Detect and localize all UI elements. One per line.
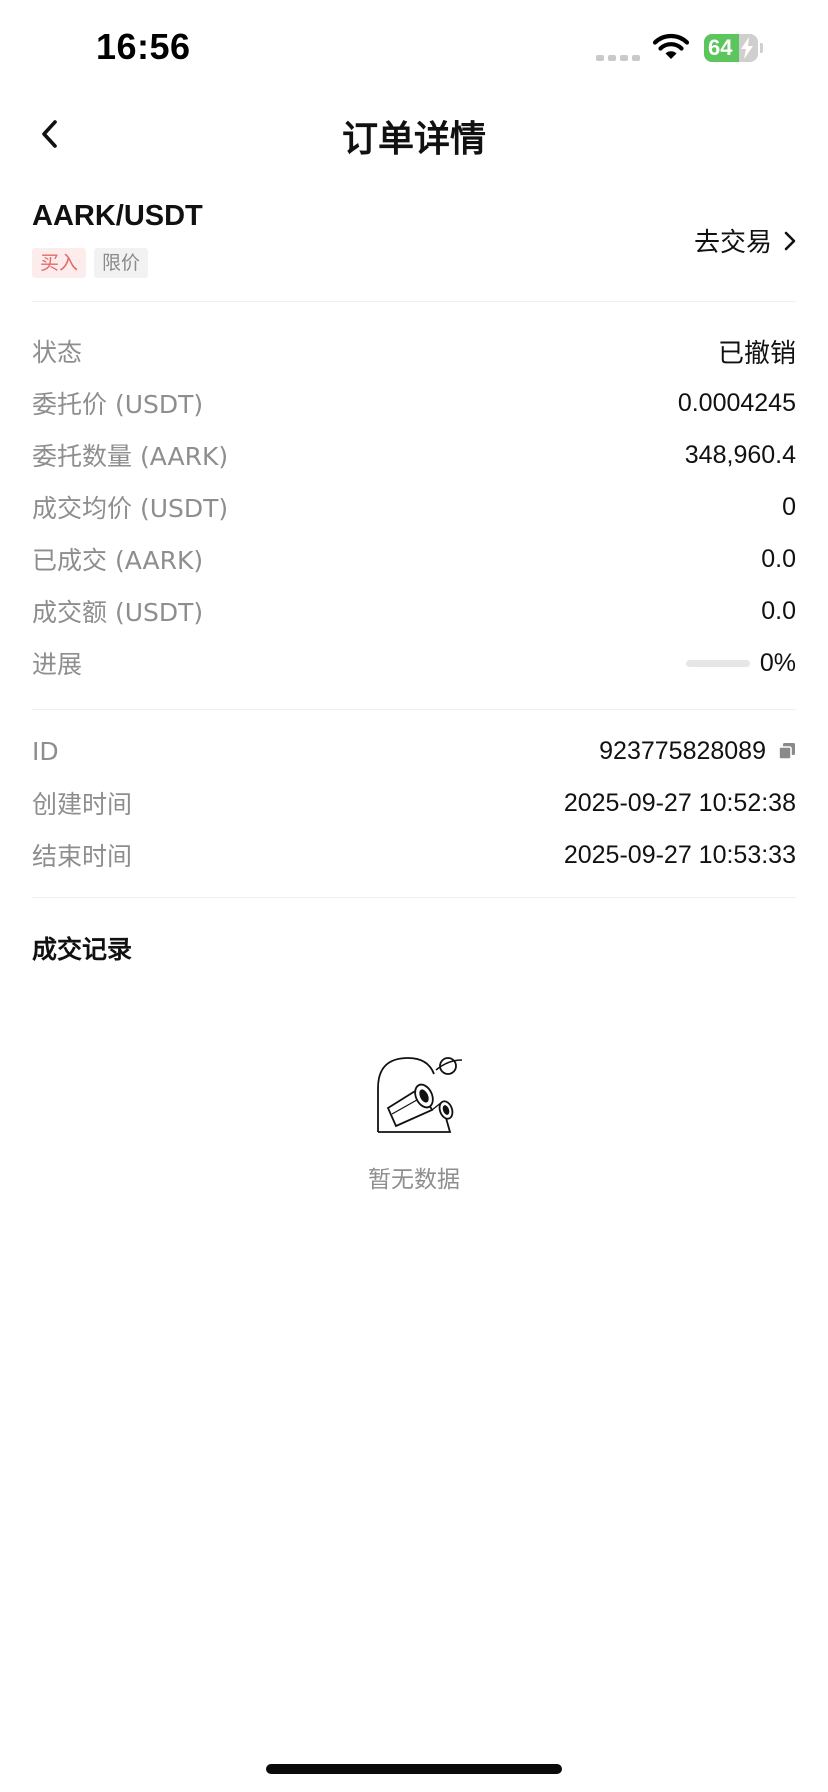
detail-label: 结束时间 (32, 842, 133, 871)
created-time-value: 2025-09-27 10:52:38 (563, 788, 796, 817)
order-meta: ID 923775828089 创建时间 2025-09-27 10:52:38… (32, 725, 796, 881)
order-details: 状态 已撤销 委托价 (USDT) 0.0004245 委托数量 (AARK) … (32, 325, 796, 689)
order-type-tag: 限价 (94, 248, 149, 278)
divider (32, 897, 796, 898)
go-trade-button[interactable]: 去交易 (694, 222, 796, 259)
filled-value: 0.0 (761, 544, 796, 573)
status-bar: 16:56 64 (0, 0, 828, 100)
side-tag: 买入 (32, 248, 87, 278)
order-id-wrap: 923775828089 (599, 737, 796, 766)
ended-time-value: 2025-09-27 10:53:33 (563, 840, 796, 869)
battery-level-text: 64 (708, 35, 733, 60)
trade-records-title: 成交记录 (32, 935, 133, 964)
turnover-value: 0.0 (761, 596, 796, 625)
price-value: 0.0004245 (677, 388, 796, 417)
detail-label: 状态 (32, 338, 83, 367)
detail-row-progress: 进展 0% (32, 637, 796, 689)
detail-label: 进展 (32, 650, 83, 679)
order-id-value: 923775828089 (599, 736, 766, 765)
detail-label: 已成交 (AARK) (32, 546, 204, 575)
amount-value: 348,960.4 (684, 440, 796, 469)
detail-row-price: 委托价 (USDT) 0.0004245 (32, 377, 796, 429)
avg-price-value: 0 (782, 492, 796, 521)
status-value: 已撤销 (717, 338, 796, 369)
page-title: 订单详情 (341, 119, 486, 160)
detail-row-filled: 已成交 (AARK) 0.0 (32, 533, 796, 585)
progress-value: 0% (759, 648, 796, 677)
detail-row-turnover: 成交额 (USDT) 0.0 (32, 585, 796, 637)
detail-label: 成交额 (USDT) (32, 598, 204, 627)
order-detail-page: 16:56 64 订单详情 AARK/USDT 买入 限价 去交易 状态 已撤销… (0, 0, 828, 1792)
progress-bar (685, 659, 750, 667)
go-trade-label: 去交易 (693, 228, 772, 258)
copy-icon[interactable] (778, 742, 796, 760)
divider (32, 301, 796, 302)
detail-label: 委托数量 (AARK) (32, 442, 229, 471)
detail-row-amount: 委托数量 (AARK) 348,960.4 (32, 429, 796, 481)
signal-icon (596, 55, 640, 61)
status-time: 16:56 (96, 26, 191, 67)
order-tags: 买入 限价 (32, 248, 149, 278)
wifi-icon (652, 34, 690, 59)
empty-state-text: 暂无数据 (368, 1167, 460, 1193)
detail-label: 成交均价 (USDT) (32, 494, 229, 523)
pair-name: AARK/USDT (32, 200, 203, 232)
pair-header: AARK/USDT 买入 限价 去交易 (32, 200, 796, 300)
telescope-empty-icon (377, 1057, 463, 1133)
detail-label: 委托价 (USDT) (32, 390, 204, 419)
divider (32, 709, 796, 710)
bolt-icon (741, 37, 753, 59)
detail-row-id: ID 923775828089 (32, 725, 796, 777)
progress-value-wrap: 0% (685, 648, 796, 678)
battery-charging-icon: 64 (704, 34, 763, 62)
detail-label: ID (32, 736, 59, 766)
detail-row-ended: 结束时间 2025-09-27 10:53:33 (32, 829, 796, 881)
detail-row-status: 状态 已撤销 (32, 325, 796, 377)
nav-bar: 订单详情 (0, 100, 828, 168)
detail-row-avg-price: 成交均价 (USDT) 0 (32, 481, 796, 533)
home-indicator[interactable] (266, 1764, 562, 1774)
chevron-right-icon (784, 231, 796, 250)
detail-row-created: 创建时间 2025-09-27 10:52:38 (32, 777, 796, 829)
detail-label: 创建时间 (32, 790, 133, 819)
